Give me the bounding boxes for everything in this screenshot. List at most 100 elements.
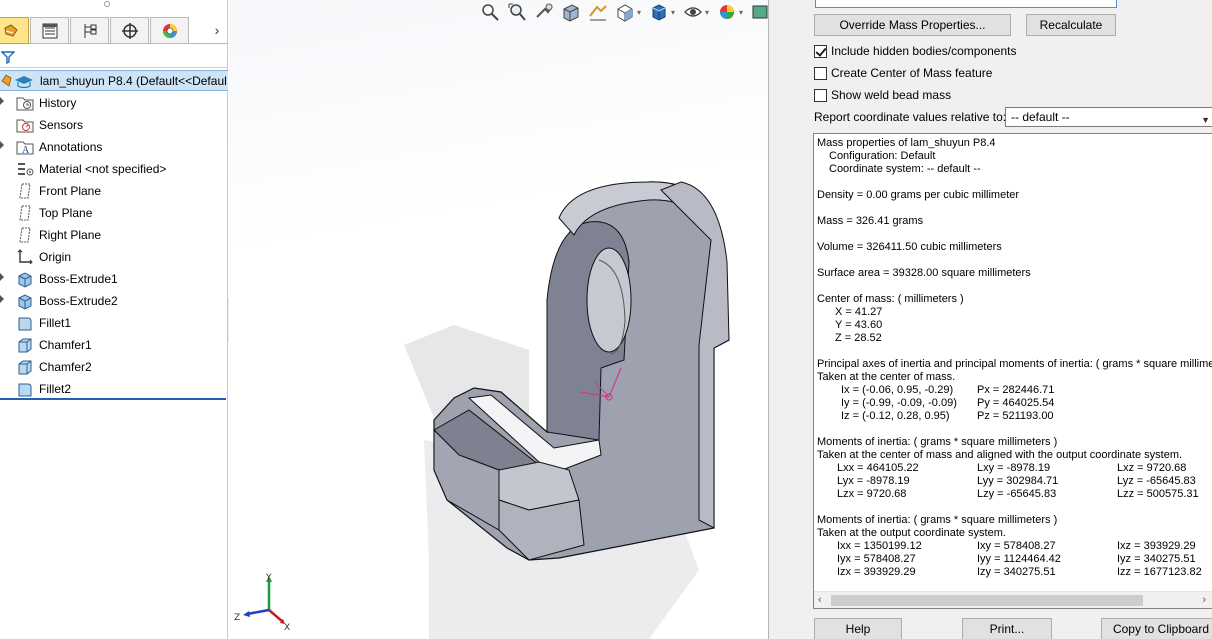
tree-item-label: Fillet2 [39, 382, 72, 396]
chamfer-icon [18, 338, 32, 353]
graphics-area[interactable]: ▾ ▾ ▾ ▾ Y X Z [229, 0, 768, 639]
triad-x-label: X [284, 623, 290, 632]
tree-item-material[interactable]: Material <not specified> [0, 158, 228, 180]
expand-arrow-icon[interactable] [0, 97, 4, 105]
tree-item-label: Boss-Extrude1 [39, 272, 118, 286]
scroll-right-icon[interactable]: › [1202, 594, 1206, 606]
feature-tree: History Sensors A Annotations Material <… [0, 92, 228, 400]
show-weld-bead-option[interactable]: Show weld bead mass [814, 87, 951, 103]
tree-item-boss-extrude2[interactable]: Boss-Extrude2 [0, 290, 228, 312]
copy-to-clipboard-button[interactable]: Copy to Clipboard [1101, 618, 1212, 639]
mass-properties-dialog: Override Mass Properties... Recalculate … [768, 0, 1212, 639]
scrollbar-thumb[interactable] [831, 595, 1143, 606]
report-line: Taken at the output coordinate system. [817, 527, 1006, 539]
coordinate-system-label: Report coordinate values relative to: [814, 110, 1007, 124]
hide-show-items-button[interactable] [682, 1, 704, 23]
expand-arrow-icon[interactable] [0, 141, 4, 149]
edit-appearance-icon [720, 5, 734, 19]
display-style-button[interactable] [648, 1, 670, 23]
chamfer-icon [18, 360, 32, 375]
tree-item-history[interactable]: History [0, 92, 228, 114]
rollback-bar[interactable] [0, 398, 226, 400]
create-com-checkbox[interactable] [814, 66, 827, 80]
scroll-left-icon[interactable]: ‹ [818, 594, 822, 606]
filter-icon[interactable] [1, 50, 15, 64]
tree-item-boss-extrude1[interactable]: Boss-Extrude1 [0, 268, 228, 290]
report-line: Ixy = 578408.27 [977, 540, 1056, 552]
plane-icon [19, 183, 31, 199]
apply-scene-button[interactable] [750, 1, 768, 23]
report-line: Ixx = 1350199.12 [837, 540, 922, 552]
part-model-view[interactable] [229, 0, 768, 639]
feature-tree-root[interactable]: lam_shuyun P8.4 (Default<<Default [0, 70, 228, 91]
tree-item-annotations[interactable]: A Annotations [0, 136, 228, 158]
dimxpert-tab[interactable] [110, 17, 149, 44]
help-button[interactable]: Help [814, 618, 902, 639]
property-manager-icon [42, 23, 57, 38]
plane-icon [19, 205, 31, 221]
coordinate-system-dropdown[interactable]: -- default -- ▼ [1005, 107, 1212, 127]
print-button[interactable]: Print... [962, 618, 1052, 639]
override-mass-properties-button[interactable]: Override Mass Properties... [814, 14, 1011, 36]
feature-filter-bar[interactable] [0, 46, 228, 68]
show-weld-checkbox[interactable] [814, 88, 827, 102]
display-manager-icon [162, 23, 177, 38]
edit-appearance-caret-icon[interactable]: ▾ [739, 8, 745, 17]
view-orientation-caret-icon[interactable]: ▾ [637, 8, 643, 17]
zoom-to-area-button[interactable] [506, 1, 528, 23]
tree-item-label: Annotations [39, 140, 103, 154]
report-line: Izz = 1677123.82 [1117, 566, 1202, 578]
tree-item-front-plane[interactable]: Front Plane [0, 180, 228, 202]
chevron-down-icon: ▼ [1201, 115, 1210, 125]
display-style-caret-icon[interactable]: ▾ [671, 8, 677, 17]
edit-appearance-button[interactable] [716, 1, 738, 23]
report-line: Density = 0.00 grams per cubic millimete… [817, 189, 1020, 201]
include-hidden-bodies-option[interactable]: Include hidden bodies/components [814, 43, 1016, 59]
panel-grip-icon[interactable] [104, 1, 110, 7]
mass-properties-report[interactable]: Mass properties of lam_shuyun P8.4 Confi… [813, 133, 1212, 609]
more-tabs-chevron-icon[interactable]: › [210, 22, 224, 38]
create-com-option[interactable]: Create Center of Mass feature [814, 65, 992, 81]
model-hole[interactable] [586, 247, 632, 353]
dynamic-annotation-button[interactable] [587, 1, 609, 23]
report-line: Z = 28.52 [835, 332, 882, 344]
tree-item-chamfer2[interactable]: Chamfer2 [0, 356, 228, 378]
view-orientation-button[interactable] [614, 1, 636, 23]
expand-arrow-icon[interactable] [0, 273, 4, 281]
zoom-to-fit-button[interactable] [479, 1, 501, 23]
tree-item-right-plane[interactable]: Right Plane [0, 224, 228, 246]
show-weld-label: Show weld bead mass [831, 88, 952, 102]
display-manager-tab[interactable] [150, 17, 189, 44]
tree-item-sensors[interactable]: Sensors [0, 114, 228, 136]
report-line: Px = 282446.71 [977, 384, 1055, 396]
tree-item-top-plane[interactable]: Top Plane [0, 202, 228, 224]
section-view-button[interactable] [560, 1, 582, 23]
previous-view-button[interactable] [533, 1, 555, 23]
feature-manager-tab[interactable] [0, 17, 29, 44]
report-line: Y = 43.60 [835, 319, 883, 331]
hide-show-caret-icon[interactable]: ▾ [705, 8, 711, 17]
property-manager-tab[interactable] [30, 17, 69, 44]
include-hidden-checkbox[interactable] [814, 44, 827, 58]
report-line: Surface area = 39328.00 square millimete… [817, 267, 1031, 279]
recalculate-button[interactable]: Recalculate [1026, 14, 1116, 36]
boss-extrude-icon [18, 294, 32, 310]
report-horizontal-scrollbar[interactable]: ‹ › [814, 591, 1212, 608]
tree-item-chamfer1[interactable]: Chamfer1 [0, 334, 228, 356]
report-line: Lxx = 464105.22 [837, 462, 919, 474]
expand-arrow-icon[interactable] [0, 295, 4, 303]
hide-show-items-icon [684, 7, 702, 17]
boss-extrude-icon [18, 272, 32, 288]
tree-item-fillet2[interactable]: Fillet2 [0, 378, 228, 400]
report-line: Izx = 393929.29 [837, 566, 916, 578]
tree-item-label: Origin [39, 250, 72, 264]
report-line: Iy = (-0.99, -0.09, -0.09) [841, 397, 957, 409]
tree-item-label: Front Plane [39, 184, 102, 198]
tree-item-fillet1[interactable]: Fillet1 [0, 312, 228, 334]
selected-items-field[interactable] [815, 0, 1117, 8]
feature-manager-icon [3, 23, 18, 37]
tree-item-label: Sensors [39, 118, 84, 132]
report-line: Volume = 326411.50 cubic millimeters [817, 241, 1002, 253]
configuration-manager-tab[interactable] [70, 17, 109, 44]
tree-item-origin[interactable]: Origin [0, 246, 228, 268]
